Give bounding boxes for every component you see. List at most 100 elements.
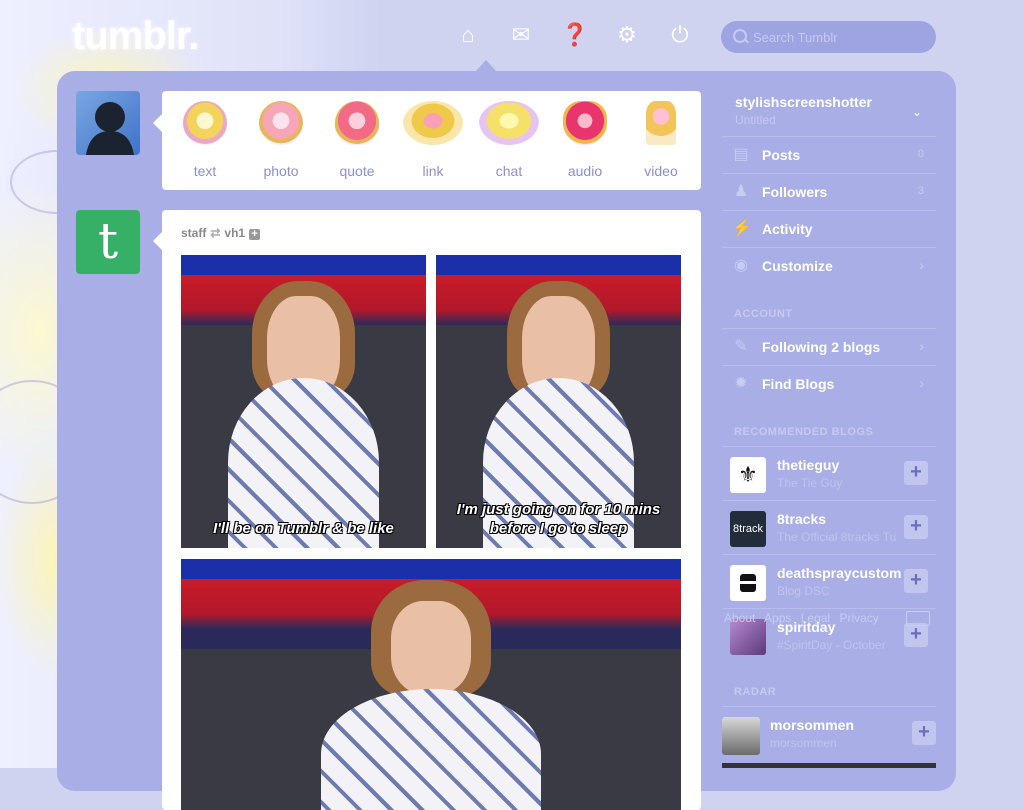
recommended-heading: RECOMMENDED BLOGS — [734, 426, 874, 438]
radar-blog[interactable]: morsommen morsommen + — [722, 706, 936, 761]
quote-gem-icon — [335, 101, 379, 145]
post-type-quote[interactable]: quote — [322, 101, 392, 179]
follow-button[interactable]: + — [904, 461, 928, 485]
chevron-right-icon: › — [919, 257, 924, 273]
tumblr-logo[interactable]: tumblr. — [72, 14, 199, 59]
post-type-label: photo — [263, 163, 299, 179]
footer-link-legal[interactable]: Legal — [801, 611, 830, 625]
blog-subtitle: Untitled — [735, 113, 776, 127]
post-bar-pointer — [153, 114, 162, 132]
recommended-blog[interactable]: 8track 8tracks The Official 8tracks Tu + — [722, 500, 936, 555]
radar-avatar — [722, 717, 760, 755]
sidebar-item-following[interactable]: ✎ Following 2 blogs › — [722, 328, 936, 365]
footer-link-apps[interactable]: Apps — [764, 611, 791, 625]
sidebar-item-label: Following 2 blogs — [762, 339, 881, 355]
reblog-icon: ⇄ — [210, 226, 221, 240]
footer-link-privacy[interactable]: Privacy — [839, 611, 878, 625]
post-type-text[interactable]: text — [170, 101, 240, 179]
text-gem-icon — [183, 101, 227, 145]
post-type-label: link — [422, 163, 444, 179]
sidebar-item-label: Followers — [762, 184, 828, 200]
account-heading: ACCOUNT — [734, 308, 793, 320]
follow-button[interactable]: + — [912, 721, 936, 745]
post-type-chat[interactable]: chat — [474, 101, 544, 179]
radar-blog-name[interactable]: morsommen — [770, 717, 895, 733]
power-icon[interactable]: ⏻ — [667, 22, 693, 48]
8tracks-avatar: 8track — [730, 511, 766, 547]
radar-heading: RADAR — [734, 686, 777, 698]
staff-avatar[interactable]: t — [76, 210, 140, 274]
compass-icon: ✹ — [734, 375, 748, 392]
sidebar-item-label: Posts — [762, 147, 801, 163]
lightning-icon: ⚡ — [732, 220, 752, 237]
recommended-blog[interactable]: deathspraycustom Blog DSC + — [722, 554, 936, 609]
recommended-blog-desc: The Official 8tracks Tu — [777, 530, 897, 544]
search-box[interactable] — [721, 21, 936, 53]
sidebar-item-activity[interactable]: ⚡ Activity — [722, 210, 936, 247]
blog-name[interactable]: stylishscreenshotter — [735, 94, 872, 110]
gif-caption: I'm just going on for 10 mins before I g… — [456, 501, 661, 537]
sidebar-item-posts[interactable]: ▤ Posts 0 — [722, 136, 936, 173]
footer-links: About Apps Legal Privacy — [724, 611, 885, 625]
people-icon: ♟ — [733, 183, 749, 200]
post-type-label: audio — [567, 163, 603, 179]
photo-gif[interactable] — [181, 559, 681, 810]
help-icon[interactable]: ❓ — [561, 22, 588, 48]
follow-button[interactable]: + — [904, 515, 928, 539]
sidebar-item-find-blogs[interactable]: ✹ Find Blogs › — [722, 365, 936, 402]
dashboard-post: staff ⇄ vh1 + I'll be on Tumblr & be like I… — [162, 210, 701, 810]
chevron-right-icon: › — [919, 338, 924, 354]
gear-icon[interactable]: ⚙ — [614, 22, 640, 48]
radar-blog-desc: morsommen — [770, 736, 837, 750]
gif-figure-body — [321, 689, 541, 810]
sidebar-item-count: 0 — [917, 148, 924, 160]
post-type-label: chat — [495, 163, 523, 179]
post-type-label: quote — [339, 163, 375, 179]
video-gem-icon — [646, 101, 676, 145]
dsc-logo-icon — [738, 574, 758, 592]
post-type-bar: text photo quote link chat audio video — [162, 91, 701, 190]
recommended-blog-name[interactable]: deathspraycustom — [777, 565, 902, 581]
post-type-label: text — [193, 163, 217, 179]
user-avatar[interactable] — [76, 91, 140, 155]
recommended-blog-desc: #SpiritDay - October — [777, 638, 886, 652]
chevron-down-icon[interactable]: ⌄ — [912, 105, 922, 119]
radar-post-preview[interactable] — [722, 763, 936, 768]
photo-gem-icon — [259, 101, 303, 145]
post-type-link[interactable]: link — [398, 101, 468, 179]
footer-link-about[interactable]: About — [724, 611, 755, 625]
post-type-label: video — [644, 163, 678, 179]
tumblr-t-icon: t — [97, 212, 119, 270]
gif-caption: I'll be on Tumblr & be like — [213, 520, 394, 537]
reblogged-from[interactable]: vh1 — [224, 226, 245, 240]
sidebar-item-followers[interactable]: ♟ Followers 3 — [722, 173, 936, 210]
sidebar-item-label: Customize — [762, 258, 833, 274]
post-type-audio[interactable]: audio — [550, 101, 620, 179]
gif-figure-face — [391, 600, 471, 695]
recommended-blog-desc: The Tie Guy — [777, 476, 843, 490]
sidebar-item-label: Find Blogs — [762, 376, 835, 392]
recommended-blog-name[interactable]: thetieguy — [777, 457, 902, 473]
follow-button[interactable]: + — [904, 569, 928, 593]
post-pointer — [153, 232, 162, 250]
home-icon[interactable]: ⌂ — [455, 22, 481, 48]
photo-gif[interactable]: I'm just going on for 10 mins before I g… — [436, 255, 681, 548]
silhouette-icon — [86, 102, 134, 155]
post-type-photo[interactable]: photo — [246, 101, 316, 179]
add-person-icon: ✎ — [734, 338, 748, 355]
recommended-blog[interactable]: ⚜ thetieguy The Tie Guy + — [722, 446, 936, 501]
mail-icon[interactable]: ✉ — [508, 22, 534, 48]
recommended-blog-name[interactable]: 8tracks — [777, 511, 902, 527]
sidebar-item-count: 3 — [917, 185, 924, 197]
follow-button[interactable]: + — [904, 623, 928, 647]
post-type-video[interactable]: video — [626, 101, 696, 179]
audio-gem-icon — [563, 101, 607, 145]
follow-plus-icon[interactable]: + — [249, 229, 261, 240]
search-input[interactable] — [751, 21, 935, 53]
thetieguy-avatar: ⚜ — [730, 457, 766, 493]
post-author[interactable]: staff — [181, 226, 206, 240]
photo-gif[interactable]: I'll be on Tumblr & be like — [181, 255, 426, 548]
sidebar-item-customize[interactable]: ◉ Customize › — [722, 247, 936, 284]
keyboard-shortcuts-icon[interactable] — [906, 611, 930, 626]
eye-icon: ◉ — [734, 257, 748, 274]
